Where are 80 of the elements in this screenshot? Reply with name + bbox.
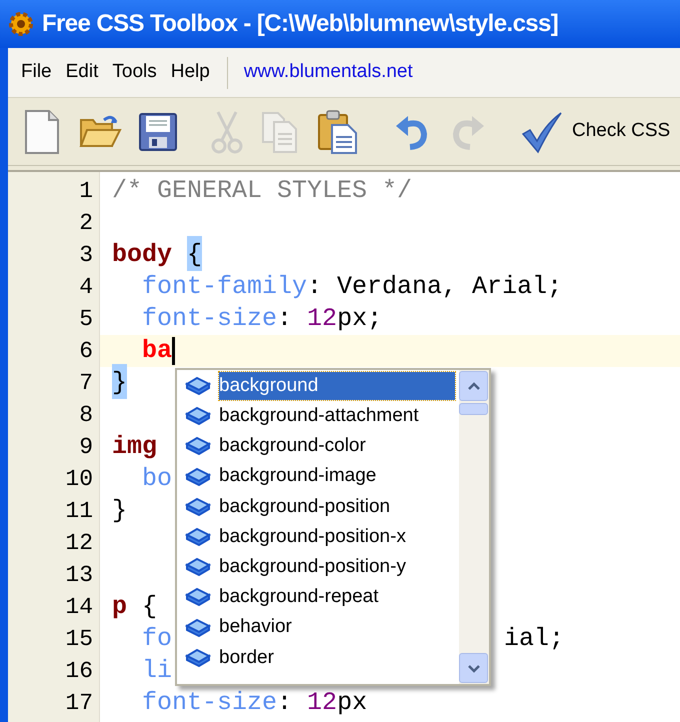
line-number: 15 [65,624,93,654]
check-css-button[interactable]: Check CSS [514,104,676,160]
code-text: : [277,687,294,720]
autocomplete-item[interactable]: background-position-x [219,523,408,552]
number-value: 12 [307,303,338,336]
css-selector: p [112,591,128,624]
property-icon [185,587,211,608]
brace: { [187,236,202,274]
line-number: 14 [65,592,93,622]
scissors-icon [210,110,244,154]
menu-item[interactable]: Edit [60,58,104,87]
line-number: 12 [65,528,93,558]
css-selector: body [112,239,172,272]
new-document-icon [22,108,62,156]
code-text: px [337,687,368,720]
line-number: 5 [79,304,93,334]
line-number: 17 [65,688,93,718]
property-icon [185,436,211,456]
clipboard-icon [316,108,360,154]
autocomplete-item[interactable]: background-position-y [219,553,408,582]
line-number: 7 [79,368,93,398]
css-property: fo [142,623,172,656]
scroll-thumb[interactable] [459,403,488,415]
autocomplete-item[interactable]: border [219,644,276,672]
css-property: li [142,655,172,688]
menu-item[interactable]: Help [166,58,215,87]
line-number: 6 [79,336,93,366]
css-property: font-size [142,687,278,720]
code-comment: /* GENERAL STYLES */ [112,175,412,208]
scroll-up-button[interactable] [459,371,488,401]
line-number: 1 [79,176,93,206]
property-icon [185,406,211,426]
caret-down-icon [466,664,480,672]
css-property: font-family [142,271,308,304]
autocomplete-item[interactable]: background-repeat [219,583,380,612]
autocomplete-item[interactable]: background-attachment [219,402,421,430]
css-property: bo [142,463,172,496]
line-number: 16 [65,656,93,686]
line-number: 13 [65,560,93,590]
property-icon [185,557,211,578]
number-value: 12 [307,687,338,720]
gear-icon [8,11,34,37]
autocomplete-item[interactable]: background-image [219,462,378,491]
line-number: 2 [79,208,93,238]
text-cursor [172,337,176,365]
line-number: 3 [79,240,93,270]
css-property: font-size [142,303,278,336]
scrollbar[interactable] [459,370,489,684]
line-number: 8 [79,400,93,430]
property-icon [185,648,211,668]
autocomplete-item[interactable]: behavior [219,614,294,642]
line-number: 10 [65,464,93,494]
line-number: 9 [79,432,93,462]
code-text: : Verdana, Arial; [307,271,562,304]
line-number: 4 [79,272,93,302]
website-link[interactable]: www.blumentals.net [244,58,413,87]
menu-item[interactable]: File [16,58,57,87]
brace: } [112,364,128,402]
autocomplete-item[interactable]: background [219,372,455,400]
window-title: Free CSS Toolbox - [C:\Web\blumnew\style.css] [42,9,558,39]
brace: { [142,591,158,624]
property-icon [185,466,211,487]
line-number: 11 [65,496,93,526]
property-icon [185,496,211,517]
checkmark-icon [520,110,564,154]
property-icon [185,376,211,396]
code-text: px; [337,303,382,336]
brace: } [112,495,128,528]
scroll-down-button[interactable] [459,653,488,683]
autocomplete-item[interactable]: background-position [219,492,392,521]
property-icon [185,618,211,638]
caret-up-icon [466,382,480,390]
copy-pages-icon [260,110,300,154]
css-selector: img [112,431,158,464]
code-text: ial; [504,623,564,656]
menu-item[interactable]: Tools [107,58,162,87]
property-icon [185,527,211,548]
code-text: : [277,303,294,336]
autocomplete-item[interactable]: background-color [219,432,368,460]
typed-text: ba [142,335,172,368]
